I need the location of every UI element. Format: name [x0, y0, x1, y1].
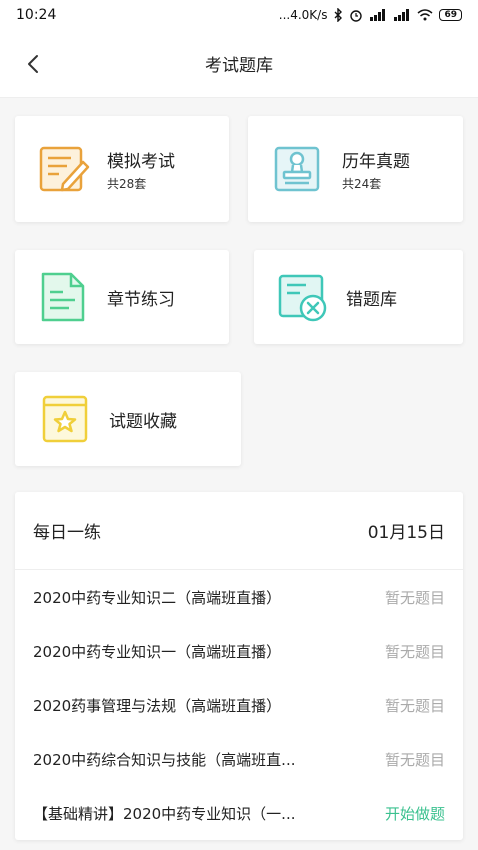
network-speed: ...4.0K/s	[278, 8, 328, 22]
past-exams-card[interactable]: 历年真题 共24套	[248, 116, 463, 222]
daily-practice-panel: 每日一练 01月15日 2020中药专业知识二（高端班直播） 暂无题目 2020…	[15, 492, 463, 840]
list-item-name: 【基础精讲】2020中药专业知识（一...	[33, 804, 296, 823]
signal-icon	[370, 9, 386, 21]
back-arrow-icon[interactable]	[22, 52, 46, 76]
list-item[interactable]: 2020中药专业知识一（高端班直播） 暂无题目	[15, 624, 463, 678]
past-exams-count: 共24套	[342, 176, 382, 191]
chapter-practice-card[interactable]: 章节练习	[15, 250, 229, 344]
status-time: 10:24	[16, 7, 57, 23]
list-item-status: 暂无题目	[384, 696, 445, 715]
alarm-icon	[350, 10, 363, 22]
signal-icon-2	[394, 9, 410, 21]
list-item-name: 2020中药专业知识一（高端班直播）	[33, 642, 282, 661]
mock-exam-title: 模拟考试	[107, 151, 175, 172]
document-icon	[41, 272, 85, 322]
star-book-icon	[42, 395, 88, 443]
list-item[interactable]: 2020中药专业知识二（高端班直播） 暂无题目	[15, 570, 463, 624]
list-item[interactable]: 2020中药综合知识与技能（高端班直... 暂无题目	[15, 732, 463, 786]
past-exams-title: 历年真题	[342, 151, 410, 172]
bluetooth-icon	[334, 8, 343, 22]
list-item-name: 2020中药综合知识与技能（高端班直...	[33, 750, 296, 769]
list-item-name: 2020药事管理与法规（高端班直播）	[33, 696, 282, 715]
status-bar: 10:24 ...4.0K/s 69	[0, 0, 478, 30]
list-item-status: 暂无题目	[384, 750, 445, 769]
daily-practice-header: 每日一练 01月15日	[15, 492, 463, 570]
favorites-title: 试题收藏	[109, 411, 177, 432]
wrong-questions-title: 错题库	[346, 289, 397, 310]
favorites-card[interactable]: 试题收藏	[15, 372, 241, 466]
stamp-icon	[274, 146, 320, 192]
mock-exam-count: 共28套	[107, 176, 147, 191]
list-item-name: 2020中药专业知识二（高端班直播）	[33, 588, 282, 607]
error-document-icon	[278, 274, 327, 322]
chapter-practice-title: 章节练习	[107, 289, 175, 310]
list-item-status: 暂无题目	[384, 642, 445, 661]
start-practice-button[interactable]: 开始做题	[385, 803, 445, 824]
list-item[interactable]: 2020药事管理与法规（高端班直播） 暂无题目	[15, 678, 463, 732]
page-title: 考试题库	[205, 56, 273, 76]
list-item-status: 暂无题目	[384, 588, 445, 607]
list-item[interactable]: 【基础精讲】2020中药专业知识（一... 开始做题	[15, 786, 463, 840]
status-icons: ...4.0K/s 69	[279, 8, 462, 22]
mock-exam-card[interactable]: 模拟考试 共28套	[15, 116, 229, 222]
pencil-paper-icon	[39, 146, 90, 192]
battery-icon: 69	[439, 9, 462, 21]
daily-practice-date: 01月15日	[367, 523, 445, 543]
daily-practice-title: 每日一练	[33, 523, 101, 543]
wifi-icon	[417, 9, 433, 21]
nav-bar: 考试题库	[0, 30, 478, 98]
wrong-questions-card[interactable]: 错题库	[254, 250, 463, 344]
